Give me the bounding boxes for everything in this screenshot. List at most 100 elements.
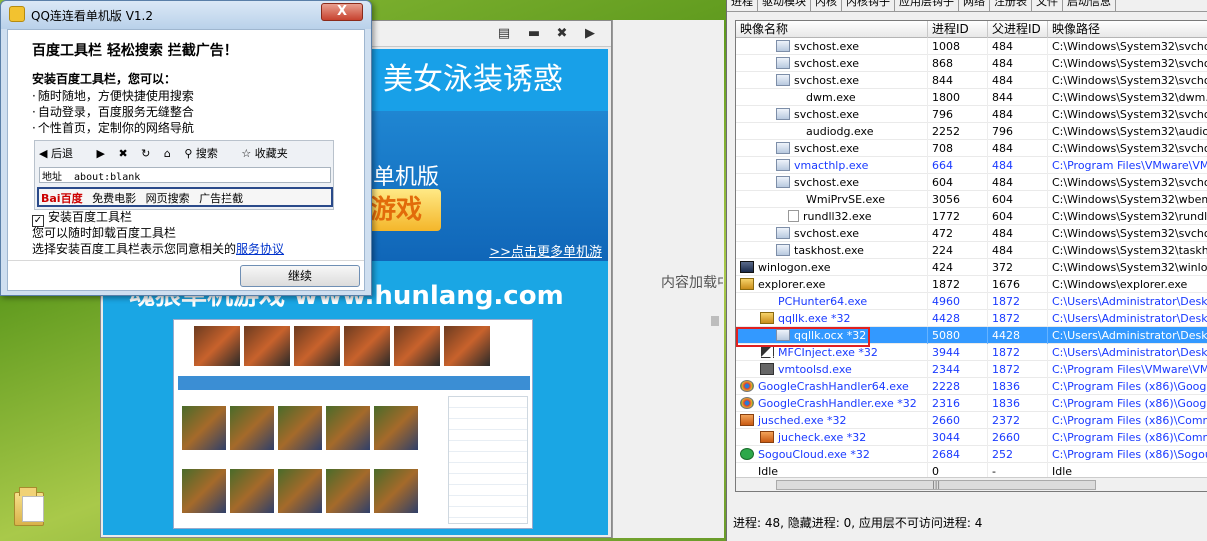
process-icon — [740, 380, 754, 392]
process-ppid: 604 — [988, 191, 1048, 208]
process-row[interactable]: GoogleCrashHandler64.exe 2228 1836 C:\Progr… — [736, 378, 1207, 395]
process-table: 映像名称 进程ID 父进程ID 映像路径 svchost.exe 1008 484 C… — [735, 20, 1207, 492]
process-row[interactable]: dwm.exe 1800844C:\Windows\System32\dwm.ex… — [736, 89, 1207, 106]
process-ppid: 484 — [988, 38, 1048, 55]
process-path: C:\Windows\System32\svchost.e — [1048, 106, 1207, 123]
process-pid: 3044 — [928, 429, 988, 446]
col-image-path[interactable]: 映像路径 — [1048, 21, 1207, 38]
single-version-label: 单机版 — [373, 165, 440, 190]
process-name-cell: svchost.exe — [736, 38, 928, 55]
close-button[interactable]: X — [321, 3, 363, 21]
process-row[interactable]: svchost.exe 472 484 C:\Windows\System32\svc… — [736, 225, 1207, 242]
process-ppid: 484 — [988, 72, 1048, 89]
process-path: C:\Windows\System32\dwm.exe — [1048, 89, 1207, 106]
process-name: WmiPrvSE.exe — [806, 193, 886, 206]
procman-tab[interactable]: 进程 — [727, 0, 758, 11]
procman-tab[interactable]: 驱动模块 — [758, 0, 811, 11]
process-row[interactable]: qqllk.exe *32 4428 1872 C:\Users\Administra… — [736, 310, 1207, 327]
process-icon — [760, 431, 774, 443]
process-icon — [740, 261, 754, 273]
more-games-link[interactable]: >>点击更多单机游 — [489, 241, 602, 260]
process-name-cell: qqllk.exe *32 — [736, 310, 928, 327]
process-row[interactable]: svchost.exe 708 484 C:\Windows\System32\svc… — [736, 140, 1207, 157]
preview-address-label: 地址 — [42, 172, 62, 183]
process-name: PCHunter64.exe — [778, 295, 868, 308]
procman-tab[interactable]: 启动信息 — [1063, 0, 1116, 11]
process-row[interactable]: svchost.exe 1008 484 C:\Windows\System32\sv… — [736, 38, 1207, 55]
process-ppid: 252 — [988, 446, 1048, 463]
process-row[interactable]: jusched.exe *32 2660 2372 C:\Program Files … — [736, 412, 1207, 429]
process-icon — [776, 176, 790, 188]
horizontal-scrollbar[interactable]: ||| — [736, 477, 1207, 491]
col-ppid[interactable]: 父进程ID — [988, 21, 1048, 38]
process-row[interactable]: MFCInject.exe *32 3944 1872 C:\Users\Admini… — [736, 344, 1207, 361]
process-name: svchost.exe — [794, 57, 860, 70]
game-tile — [230, 406, 274, 450]
process-ppid: 2660 — [988, 429, 1048, 446]
preview-forward-icon: ▶ — [96, 147, 105, 160]
process-pid: 844 — [928, 72, 988, 89]
procman-tab[interactable]: 文件 — [1032, 0, 1063, 11]
procman-tab[interactable]: 内核钩子 — [842, 0, 895, 11]
process-icon — [788, 91, 802, 103]
process-row[interactable]: jucheck.exe *32 3044 2660 C:\Program Files … — [736, 429, 1207, 446]
process-path: C:\Windows\explorer.exe — [1048, 276, 1207, 293]
process-name-cell: qqllk.ocx *32 — [736, 327, 928, 344]
process-name: vmtoolsd.exe — [778, 363, 852, 376]
col-pid[interactable]: 进程ID — [928, 21, 988, 38]
minimize-icon[interactable]: ▬ — [525, 25, 543, 43]
process-icon — [740, 448, 754, 460]
process-row[interactable]: WmiPrvSE.exe 3056 604 C:\Windows\System32\w… — [736, 191, 1207, 208]
process-row[interactable]: svchost.exe 868 484 C:\Windows\System32\svc… — [736, 55, 1207, 72]
procman-tab[interactable]: 应用层钩子 — [895, 0, 959, 11]
process-icon — [760, 363, 774, 375]
continue-button[interactable]: 继续 — [240, 265, 360, 287]
process-pid: 796 — [928, 106, 988, 123]
process-row[interactable]: vmacthlp.exe 664 484 C:\Program Files\VMwar… — [736, 157, 1207, 174]
preview-favorites: ☆ 收藏夹 — [241, 147, 288, 160]
process-icon — [740, 397, 754, 409]
process-row[interactable]: SogouCloud.exe *32 2684 252 C:\Program File… — [736, 446, 1207, 463]
content-loading-panel: 内容加载中 — [612, 20, 724, 538]
col-image-name[interactable]: 映像名称 — [736, 21, 928, 38]
preview-address-row: 地址 about:blank — [39, 167, 331, 183]
site-preview[interactable] — [173, 319, 533, 529]
process-icon — [776, 40, 790, 52]
procman-tab[interactable]: 网络 — [959, 0, 990, 11]
process-row[interactable]: GoogleCrashHandler.exe *32 2316 1836 C:\Pro… — [736, 395, 1207, 412]
process-row[interactable]: svchost.exe 796 484 C:\Windows\System32\svc… — [736, 106, 1207, 123]
play-icon[interactable]: ▶ — [581, 25, 599, 43]
news-list — [448, 396, 528, 524]
close-icon[interactable]: ✖ — [553, 25, 571, 43]
process-path: C:\Windows\System32\svchost.e — [1048, 55, 1207, 72]
resize-grip[interactable] — [711, 316, 719, 326]
ad-site-panel[interactable]: 魂狼单机游戏 www.hunlang.com — [103, 261, 608, 535]
game-tile — [374, 469, 418, 513]
site-nav-bar — [178, 376, 530, 390]
process-path: C:\Windows\System32\audiodg.e — [1048, 123, 1207, 140]
process-row[interactable]: rundll32.exe 1772 604 C:\Windows\System32\r… — [736, 208, 1207, 225]
service-agreement-link[interactable]: 服务协议 — [236, 242, 284, 256]
process-row[interactable]: PCHunter64.exe 4960 1872 C:\Users\Administr… — [736, 293, 1207, 310]
process-name-cell: svchost.exe — [736, 106, 928, 123]
process-name: MFCInject.exe *32 — [778, 346, 878, 359]
process-name-cell: MFCInject.exe *32 — [736, 344, 928, 361]
procman-tab[interactable]: 内核 — [811, 0, 842, 11]
process-row[interactable]: svchost.exe 604 484 C:\Windows\System32\svc… — [736, 174, 1207, 191]
desktop-folder-icon[interactable] — [14, 484, 48, 530]
process-row[interactable]: audiodg.exe 2252 796 C:\Windows\System32\au… — [736, 123, 1207, 140]
preview-refresh-icon: ↻ — [141, 147, 151, 160]
process-row[interactable]: taskhost.exe 224 484 C:\Windows\System32\ta… — [736, 242, 1207, 259]
process-name-cell: rundll32.exe — [736, 208, 928, 225]
process-row[interactable]: winlogon.exe 424 372 C:\Windows\System32\wi… — [736, 259, 1207, 276]
process-row[interactable]: vmtoolsd.exe 2344 1872 C:\Program Files\VMw… — [736, 361, 1207, 378]
process-name: explorer.exe — [758, 278, 826, 291]
process-pid: 472 — [928, 225, 988, 242]
process-path: C:\Windows\System32\svchost.e — [1048, 72, 1207, 89]
process-row[interactable]: qqllk.ocx *32 5080 4428 C:\Users\Administra… — [736, 327, 1207, 344]
dialog-titlebar[interactable]: QQ连连看单机版 V1.2 X — [1, 1, 371, 29]
process-row[interactable]: svchost.exe 844 484 C:\Windows\System32\svc… — [736, 72, 1207, 89]
list-icon[interactable]: ▤ — [495, 25, 513, 43]
procman-tab[interactable]: 注册表 — [990, 0, 1032, 11]
process-row[interactable]: explorer.exe 1872 1676 C:\Windows\explorer.… — [736, 276, 1207, 293]
